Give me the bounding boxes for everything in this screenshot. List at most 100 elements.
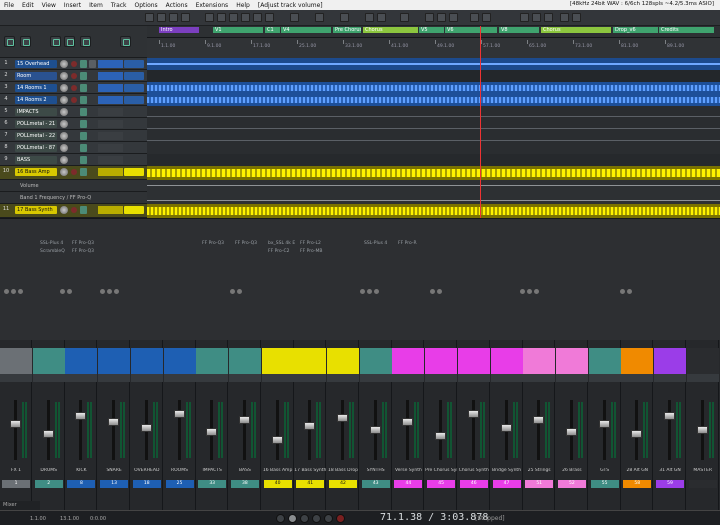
strip-color-header[interactable] bbox=[163, 348, 196, 374]
toolbar-button[interactable] bbox=[482, 13, 491, 22]
fader-handle[interactable] bbox=[565, 428, 577, 436]
volume-knob[interactable] bbox=[60, 84, 68, 92]
track-name[interactable]: POLLmetal - 87 bbox=[15, 144, 57, 152]
track-row[interactable]: 11 17 Bass Synth bbox=[0, 204, 147, 218]
fx-button[interactable] bbox=[80, 144, 87, 152]
fx-button[interactable] bbox=[80, 96, 87, 104]
fader-handle[interactable] bbox=[598, 420, 610, 428]
strip-number[interactable]: 58 bbox=[623, 480, 652, 488]
toolbar-button[interactable] bbox=[217, 13, 226, 22]
send-row[interactable] bbox=[230, 289, 244, 295]
strip-color-header[interactable] bbox=[261, 348, 294, 374]
region-marker[interactable]: Chorus bbox=[541, 27, 611, 33]
strip-color-header[interactable] bbox=[654, 348, 686, 374]
strip-number[interactable]: 40 bbox=[263, 480, 292, 488]
strip-number[interactable]: 44 bbox=[394, 480, 423, 488]
fx-slot[interactable]: FF Pro-Q3 bbox=[202, 241, 224, 246]
strip-number[interactable]: 8 bbox=[67, 480, 96, 488]
strip-color-header[interactable] bbox=[686, 348, 719, 374]
toolbar-button[interactable] bbox=[229, 13, 238, 22]
toolbar-button[interactable] bbox=[157, 13, 166, 22]
track-io-button[interactable] bbox=[124, 168, 144, 176]
track-lane[interactable] bbox=[147, 70, 720, 82]
track-row[interactable]: 1 15 Overhead bbox=[0, 58, 147, 70]
fader-track[interactable] bbox=[537, 400, 541, 460]
volume-knob[interactable] bbox=[60, 108, 68, 116]
fx-button[interactable] bbox=[80, 168, 87, 176]
track-io-button[interactable] bbox=[124, 206, 144, 214]
menu-insert[interactable]: Insert bbox=[60, 2, 85, 9]
toolbar-button[interactable] bbox=[181, 13, 190, 22]
region-marker[interactable]: V8 bbox=[499, 27, 539, 33]
mixer-strip[interactable]: Chorus Synth 46 bbox=[457, 340, 490, 510]
strip-pan-row[interactable] bbox=[392, 374, 425, 382]
strip-number[interactable]: 38 bbox=[230, 480, 259, 488]
volume-knob[interactable] bbox=[60, 60, 68, 68]
strip-number[interactable]: 43 bbox=[361, 480, 390, 488]
toolbar-button[interactable] bbox=[572, 13, 581, 22]
fader-track[interactable] bbox=[308, 400, 312, 460]
strip-pan-row[interactable] bbox=[228, 374, 261, 382]
fader-track[interactable] bbox=[602, 400, 606, 460]
mixer-strip[interactable]: OVERHEAD 18 bbox=[130, 340, 163, 510]
fader-track[interactable] bbox=[439, 400, 443, 460]
mixer-strip[interactable]: SYNTHS 43 bbox=[359, 340, 392, 510]
track-name[interactable]: 17 Bass Synth bbox=[15, 206, 57, 214]
toolbar-button[interactable] bbox=[470, 13, 479, 22]
strip-color-header[interactable] bbox=[65, 348, 98, 374]
strip-number[interactable]: 13 bbox=[100, 480, 129, 488]
strip-pan-row[interactable] bbox=[359, 374, 392, 382]
region-marker[interactable]: Drop_v6 bbox=[613, 27, 658, 33]
strip-color-header[interactable] bbox=[588, 348, 621, 374]
settings-icon[interactable] bbox=[120, 36, 131, 47]
lock-icon[interactable] bbox=[80, 36, 91, 47]
fader-track[interactable] bbox=[79, 400, 83, 460]
volume-knob[interactable] bbox=[60, 120, 68, 128]
mixer-strip[interactable]: GTS 55 bbox=[588, 340, 621, 510]
toolbar-button[interactable] bbox=[340, 13, 349, 22]
strip-color-header[interactable] bbox=[523, 348, 556, 374]
strip-number[interactable]: 59 bbox=[656, 480, 684, 488]
timeline[interactable]: 1.1.00 9.1.00 17.1.00 25.1.00 33.1.00 41… bbox=[147, 38, 720, 58]
toolbar-button[interactable] bbox=[145, 13, 154, 22]
send-row[interactable] bbox=[620, 289, 634, 295]
fx-button[interactable] bbox=[80, 206, 87, 214]
strip-color-header[interactable] bbox=[327, 348, 359, 374]
track-row[interactable]: 6 POLLmetal - 21 bbox=[0, 118, 147, 130]
volume-knob[interactable] bbox=[60, 132, 68, 140]
fx-button[interactable] bbox=[80, 108, 87, 116]
strip-pan-row[interactable] bbox=[588, 374, 621, 382]
fx-slot[interactable]: SSL-Plus 4 bbox=[40, 241, 63, 246]
fader-handle[interactable] bbox=[271, 436, 283, 444]
strip-number[interactable]: 51 bbox=[525, 480, 554, 488]
fader-handle[interactable] bbox=[500, 424, 512, 432]
loop-end-time[interactable]: 13.1.00 bbox=[60, 516, 79, 522]
fx-slot[interactable]: bx_SSL 4k E bbox=[268, 241, 295, 246]
strip-color-header[interactable] bbox=[555, 348, 588, 374]
fx-slot[interactable]: FF Pro-Q3 bbox=[72, 241, 94, 246]
fader-handle[interactable] bbox=[337, 414, 348, 422]
track-name[interactable]: Room bbox=[15, 72, 57, 80]
fader-handle[interactable] bbox=[10, 420, 21, 428]
strip-number[interactable]: 25 bbox=[165, 480, 194, 488]
fader-handle[interactable] bbox=[75, 412, 87, 420]
strip-number[interactable]: 1 bbox=[2, 480, 30, 488]
edit-cursor[interactable] bbox=[480, 26, 481, 218]
envelope-icon[interactable] bbox=[4, 36, 15, 47]
toolbar-button[interactable] bbox=[169, 13, 178, 22]
track-row[interactable]: 10 16 Bass Amp bbox=[0, 166, 147, 180]
mixer-strip[interactable]: Bridge Synth 47 bbox=[490, 340, 523, 510]
region-marker[interactable]: V6 bbox=[445, 27, 497, 33]
mixer-strip[interactable]: BASS 38 bbox=[228, 340, 261, 510]
toolbar-button[interactable] bbox=[315, 13, 324, 22]
fader-handle[interactable] bbox=[108, 418, 120, 426]
grid-icon[interactable] bbox=[20, 36, 31, 47]
toolbar-button[interactable] bbox=[449, 13, 458, 22]
envelope-lane[interactable] bbox=[147, 180, 720, 192]
arrange-view[interactable] bbox=[147, 58, 720, 218]
media-item[interactable] bbox=[147, 166, 720, 180]
track-row[interactable]: 7 POLLmetal - 22 bbox=[0, 130, 147, 142]
record-button[interactable] bbox=[336, 514, 345, 523]
fx-slot[interactable]: FF Pro-Q3 bbox=[72, 249, 94, 254]
loop-length-time[interactable]: 0:0.00 bbox=[90, 516, 106, 522]
